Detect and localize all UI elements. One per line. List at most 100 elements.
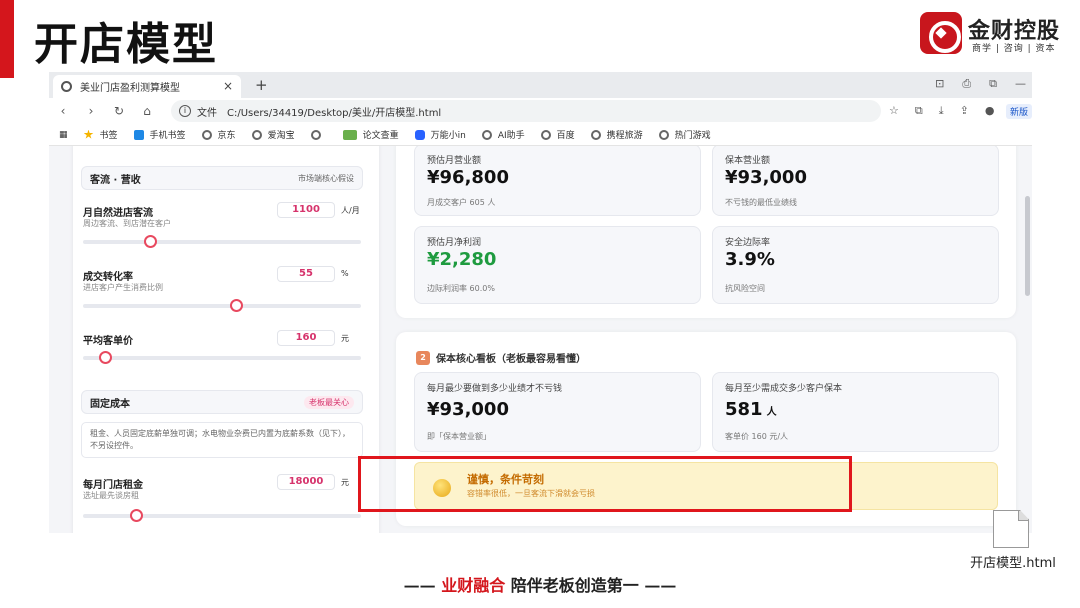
min-customers-card: 每月至少需成交多少客户保本 581 人 客单价 160 元/人 bbox=[712, 372, 999, 452]
conversion-input[interactable]: 55 bbox=[277, 266, 335, 282]
tab-close-icon[interactable]: × bbox=[223, 79, 233, 93]
collections-icon[interactable]: ⊡ bbox=[935, 77, 944, 91]
title-accent-bar bbox=[0, 0, 14, 78]
fixed-cost-note: 租金、人员固定底薪单独可调；水电物业杂费已内置为底薪系数（见下），不另设控件。 bbox=[81, 422, 363, 458]
site-icon bbox=[658, 129, 669, 140]
new-tab-button[interactable]: + bbox=[255, 76, 268, 94]
toolbar-right: ☆ ⧉ ⤓ ⇪ ● bbox=[889, 104, 994, 118]
site-icon bbox=[414, 129, 425, 140]
bookmark-item[interactable]: 论文查重 bbox=[342, 128, 399, 141]
bookmark-item[interactable]: 携程旅游 bbox=[590, 128, 643, 141]
address-bar: ‹ › ↻ ⌂ i 文件 C:/Users/34419/Desktop/美业/开… bbox=[49, 98, 1032, 124]
bookmark-item[interactable]: 万能小in bbox=[414, 128, 466, 141]
price-unit: 元 bbox=[341, 334, 349, 343]
html-file-icon[interactable] bbox=[993, 510, 1029, 548]
logo-mark-icon bbox=[920, 12, 962, 54]
scrollbar-thumb[interactable] bbox=[1025, 196, 1030, 296]
traffic-unit: 人/月 bbox=[341, 206, 360, 215]
field-sub-conversion: 进店客户产生消费比例 bbox=[83, 283, 163, 292]
company-logo: 金财控股 商学 | 咨询 | 资本 bbox=[920, 12, 1070, 56]
site-icon bbox=[310, 129, 321, 140]
download-icon[interactable]: ⤓ bbox=[939, 104, 944, 118]
url-text: C:/Users/34419/Desktop/美业/开店模型.html bbox=[227, 107, 442, 119]
metric-card-safety-margin: 安全边际率 3.9% 抗风险空间 bbox=[712, 226, 999, 304]
url-input[interactable]: i 文件 C:/Users/34419/Desktop/美业/开店模型.html bbox=[171, 100, 881, 122]
slide-footer: —— 业财融合 陪伴老板创造第一 —— bbox=[403, 576, 677, 595]
price-input[interactable]: 160 bbox=[277, 330, 335, 346]
bookmark-folder-icon bbox=[133, 129, 144, 140]
rent-input[interactable]: 18000 bbox=[277, 474, 335, 490]
site-icon bbox=[481, 129, 492, 140]
rent-slider[interactable] bbox=[83, 509, 361, 522]
conversion-unit: % bbox=[341, 269, 349, 278]
traffic-slider[interactable] bbox=[83, 235, 361, 248]
share-icon[interactable]: ⇪ bbox=[960, 104, 969, 118]
bookmark-item[interactable]: 书签 bbox=[83, 128, 118, 141]
bookmarks-bar: ▦ 书签 手机书签 京东 爱淘宝 论文查重 万能小in AI助手 百度 携程旅游… bbox=[49, 124, 1032, 146]
split-screen-icon[interactable]: ⧉ bbox=[915, 104, 923, 118]
info-icon[interactable]: i bbox=[179, 105, 191, 117]
site-icon bbox=[540, 129, 551, 140]
metrics-group-1: 预估月营业额 ¥96,800 月成交客户 605 人 保本营业额 ¥93,000… bbox=[396, 146, 1016, 318]
traffic-input[interactable]: 1100 bbox=[277, 202, 335, 218]
bookmark-item[interactable]: 手机书签 bbox=[133, 128, 186, 141]
field-label-rent: 每月门店租金 bbox=[83, 480, 143, 491]
field-sub-traffic: 周边客流、到店潜在客户 bbox=[83, 219, 171, 228]
section-header-fixed-cost: 固定成本 老板最关心 bbox=[81, 390, 363, 414]
window-controls: ⊡ ⎙ ⧉ — bbox=[935, 77, 1026, 91]
bookmark-item[interactable]: AI助手 bbox=[481, 128, 525, 141]
input-panel: 客流 · 营收 市场端核心假设 月自然进店客流 周边客流、到店潜在客户 1100… bbox=[73, 146, 379, 533]
field-sub-rent: 选址最先谈房租 bbox=[83, 491, 139, 500]
edge-icon bbox=[61, 81, 72, 92]
metric-card-breakeven: 保本营业额 ¥93,000 不亏钱的最低业绩线 bbox=[712, 146, 999, 216]
price-slider[interactable] bbox=[83, 351, 361, 364]
home-icon[interactable]: ⌂ bbox=[133, 104, 161, 118]
section-header-traffic: 客流 · 营收 市场端核心假设 bbox=[81, 166, 363, 190]
bookmark-item[interactable]: 爱淘宝 bbox=[251, 128, 295, 141]
new-version-badge[interactable]: 新版 bbox=[1005, 104, 1032, 119]
minimize-icon[interactable]: — bbox=[1015, 77, 1026, 91]
site-icon bbox=[201, 129, 212, 140]
logo-subtitle: 商学 | 咨询 | 资本 bbox=[972, 44, 1056, 54]
highlight-annotation-box bbox=[358, 456, 852, 512]
pp-icon bbox=[342, 129, 357, 140]
field-label-conversion: 成交转化率 bbox=[83, 272, 133, 283]
field-label-traffic: 月自然进店客流 bbox=[83, 208, 153, 219]
slider-thumb[interactable] bbox=[99, 351, 113, 364]
extensions-icon[interactable]: ⧉ bbox=[989, 77, 997, 91]
profile-avatar-icon[interactable]: ● bbox=[985, 104, 995, 118]
slider-thumb[interactable] bbox=[229, 299, 243, 312]
bookmark-item[interactable]: 京东 bbox=[201, 128, 236, 141]
back-icon[interactable]: ‹ bbox=[49, 104, 77, 118]
favorite-star-icon[interactable]: ☆ bbox=[889, 104, 899, 118]
slider-thumb[interactable] bbox=[143, 235, 157, 248]
print-icon[interactable]: ⎙ bbox=[962, 77, 971, 91]
field-label-price: 平均客单价 bbox=[83, 336, 133, 347]
tab-active[interactable]: 美业门店盈利测算模型 × bbox=[53, 75, 241, 98]
section-tag-highlight: 老板最关心 bbox=[304, 395, 354, 409]
footer-highlight: 业财融合 bbox=[441, 576, 506, 595]
bookmark-item[interactable] bbox=[310, 129, 327, 140]
url-scheme-label: 文件 bbox=[197, 107, 217, 119]
apps-grid-icon[interactable]: ▦ bbox=[59, 130, 68, 140]
metric-card-profit: 预估月净利润 ¥2,280 边际利润率 60.0% bbox=[414, 226, 701, 304]
file-name-label[interactable]: 开店模型.html bbox=[968, 555, 1058, 573]
page-scrollbar[interactable] bbox=[1024, 146, 1032, 533]
section-number-badge: 2 bbox=[416, 350, 430, 365]
star-icon bbox=[83, 129, 94, 139]
site-icon bbox=[251, 129, 262, 140]
reload-icon[interactable]: ↻ bbox=[105, 104, 133, 118]
forward-icon[interactable]: › bbox=[77, 104, 105, 118]
conversion-slider[interactable] bbox=[83, 299, 361, 312]
slide: 开店模型 金财控股 商学 | 咨询 | 资本 美业门店盈利测算模型 × + ⊡ … bbox=[0, 0, 1080, 608]
tab-bar: 美业门店盈利测算模型 × + ⊡ ⎙ ⧉ — bbox=[49, 72, 1032, 98]
section2-title: 2 保本核心看板（老板最容易看懂） bbox=[416, 350, 586, 365]
slider-thumb[interactable] bbox=[129, 509, 143, 522]
slide-title: 开店模型 bbox=[34, 19, 218, 70]
bookmark-item[interactable]: 热门游戏 bbox=[658, 128, 711, 141]
metric-card-revenue: 预估月营业额 ¥96,800 月成交客户 605 人 bbox=[414, 146, 701, 216]
rent-unit: 元 bbox=[341, 478, 349, 487]
tab-title: 美业门店盈利测算模型 bbox=[80, 83, 180, 94]
section-tag: 市场端核心假设 bbox=[298, 173, 354, 183]
bookmark-item[interactable]: 百度 bbox=[540, 128, 575, 141]
